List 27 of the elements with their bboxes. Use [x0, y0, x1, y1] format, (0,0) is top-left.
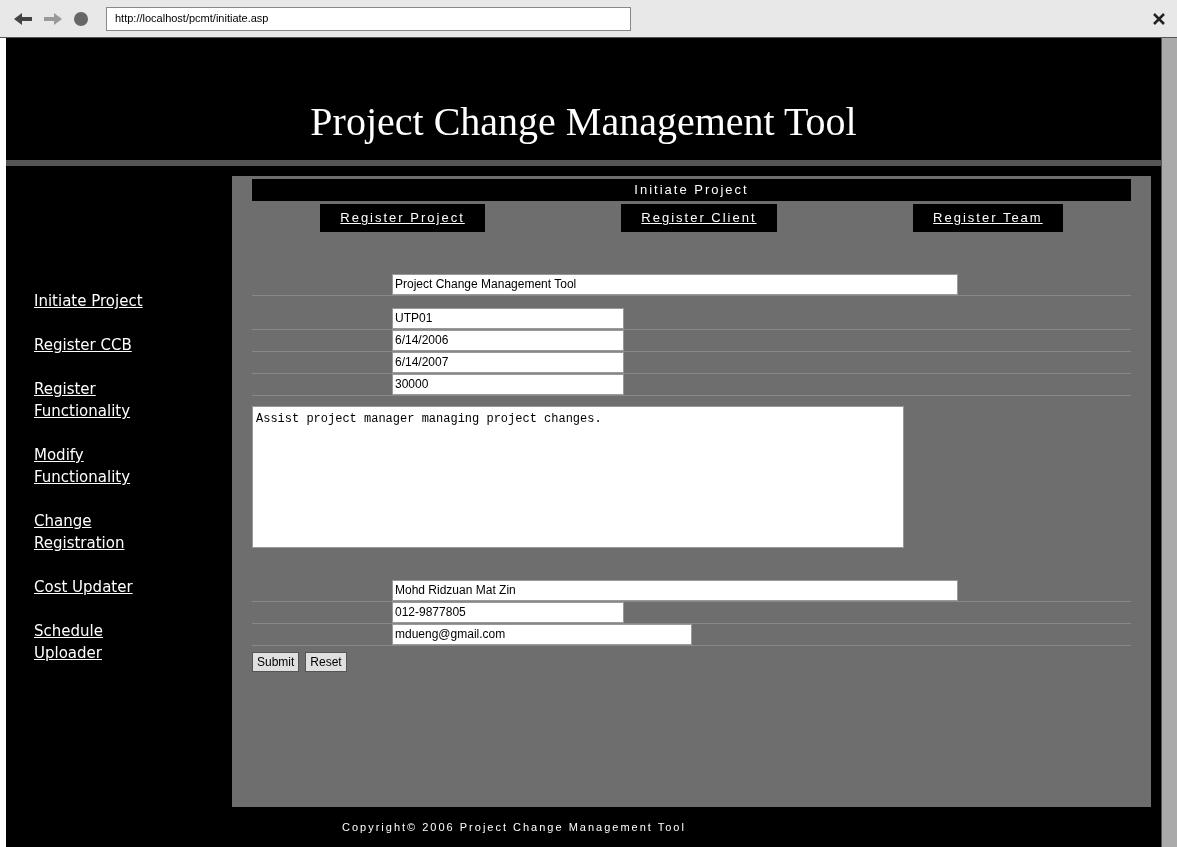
text-field[interactable]: Project Change Management Tool	[392, 274, 958, 295]
site-title: Project Change Management Tool	[310, 98, 857, 146]
back-icon[interactable]	[12, 10, 34, 27]
tab-link[interactable]: Register Client	[621, 204, 777, 232]
text-field[interactable]: 6/14/2006	[392, 330, 624, 351]
description-textarea[interactable]: Assist project manager managing project changes.	[252, 406, 904, 548]
copyright-text: Copyright© 2006 Project Change Management Tool	[342, 819, 686, 835]
sidebar-link[interactable]: Schedule Uploader	[34, 620, 164, 664]
address-bar[interactable]: http://localhost/pcmt/initiate.asp	[106, 6, 631, 31]
sidebar-link[interactable]: Register Functionality	[34, 378, 164, 422]
text-field[interactable]: 6/14/2007	[392, 352, 624, 373]
panel-header: Initiate Project	[252, 179, 1131, 201]
text-field[interactable]: mdueng@gmail.com	[392, 624, 692, 645]
sidebar-link[interactable]: Initiate Project	[34, 290, 164, 312]
tab-link[interactable]: Register Team	[913, 204, 1063, 232]
reset-button[interactable]: Reset	[305, 652, 347, 672]
text-field[interactable]: 012-9877805	[392, 602, 624, 623]
sidebar-link[interactable]: Cost Updater	[34, 576, 164, 598]
text-field[interactable]: UTP01	[392, 308, 624, 329]
submit-button[interactable]: Submit	[252, 652, 300, 672]
sidebar-link[interactable]: Register CCB	[34, 334, 164, 356]
text-field[interactable]: 30000	[392, 374, 624, 395]
tab-link[interactable]: Register Project	[320, 204, 485, 232]
text-field[interactable]: Mohd Ridzuan Mat Zin	[392, 580, 958, 601]
sidebar-link[interactable]: Change Registration	[34, 510, 164, 554]
sidebar-link[interactable]: Modify Functionality	[34, 444, 164, 488]
close-icon[interactable]	[1153, 12, 1165, 25]
